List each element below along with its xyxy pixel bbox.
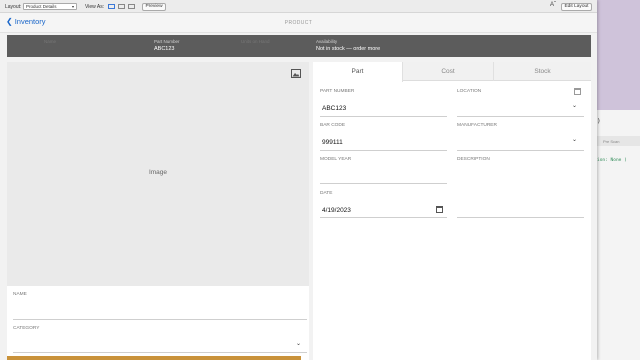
location-label: LOCATION [457,89,482,94]
tab-bar: Part Cost Stock [313,62,591,82]
calendar-icon[interactable] [436,206,443,213]
bar-code-value[interactable]: 999111 [322,139,343,146]
header-part-number-value: ABC123 [154,46,175,52]
date-label: DATE [320,191,333,196]
background-window-paren: ) [597,118,601,125]
description-field[interactable] [457,217,584,218]
left-form: NAME CATEGORY ⌄ [7,286,309,360]
part-number-field[interactable] [320,116,447,117]
category-select[interactable] [13,352,307,353]
model-year-label: MODEL YEAR [320,157,352,162]
layout-select[interactable]: Product Details ▾ [23,3,77,10]
name-label: NAME [13,292,27,297]
tab-stock[interactable]: Stock [494,62,591,81]
record-header: Name Part Number ABC123 Units on Hand Av… [7,35,591,57]
header-units: Units on Hand [241,39,270,46]
background-window: ) Pre Scan ion: None ) [596,110,640,360]
header-availability: Availability Not in stock — order more [316,39,380,52]
chevron-down-icon[interactable]: ⌄ [296,340,301,347]
header-part-number: Part Number ABC123 [154,39,180,52]
header-availability-value: Not in stock — order more [316,46,381,52]
image-container[interactable]: Image [7,62,309,286]
model-year-field[interactable] [320,183,447,184]
background-window-code: ion: None ) [597,158,627,163]
list-view-icon[interactable] [118,4,125,9]
header-units-label: Units on Hand [241,39,270,44]
accent-bar [7,356,301,360]
part-number-label: PART NUMBER [320,89,355,94]
background-window-tab[interactable]: Pre Scan [597,136,640,146]
manufacturer-select[interactable] [457,150,584,151]
page-title: PRODUCT [284,20,313,26]
date-value[interactable]: 4/19/2023 [322,207,351,214]
location-select[interactable] [457,116,584,117]
app-window: Layout: Product Details ▾ View As: Previ… [0,0,597,360]
view-as-label: View As: [85,4,105,10]
calculator-icon[interactable] [574,88,581,95]
tab-panel: Part Cost Stock PART NUMBER ABC123 LOCAT… [313,62,591,360]
layout-toolbar: Layout: Product Details ▾ View As: Previ… [0,0,597,13]
tab-cost[interactable]: Cost [403,62,494,81]
image-placeholder-label: Image [148,169,168,176]
preview-button[interactable]: Preview [142,3,166,11]
description-label: DESCRIPTION [457,157,490,162]
chevron-down-icon: ▾ [71,4,74,9]
nav-bar: ❮ Inventory PRODUCT [0,13,597,33]
date-field[interactable] [320,217,447,218]
edit-layout-button[interactable]: Edit Layout [561,3,592,11]
table-view-icon[interactable] [128,4,135,9]
tab-part[interactable]: Part [313,62,403,82]
bar-code-label: BAR CODE [320,123,346,128]
form-view-icon[interactable] [108,4,115,9]
part-number-value[interactable]: ABC123 [322,105,346,112]
image-icon[interactable] [291,69,301,78]
header-name-label: Name [44,39,57,44]
category-label: CATEGORY [13,326,40,331]
layout-select-value: Product Details [26,4,57,9]
chevron-down-icon[interactable]: ⌄ [572,136,577,143]
name-field[interactable] [13,319,307,320]
bar-code-field[interactable] [320,150,447,151]
header-availability-label: Availability [316,39,338,44]
header-part-number-label: Part Number [154,39,180,44]
chevron-down-icon[interactable]: ⌄ [572,102,577,109]
manufacturer-label: MANUFACTURER [457,123,497,128]
layout-label: Layout: [5,4,22,10]
header-name: Name [44,39,56,46]
font-size-icon[interactable]: Aˆ [550,2,556,8]
